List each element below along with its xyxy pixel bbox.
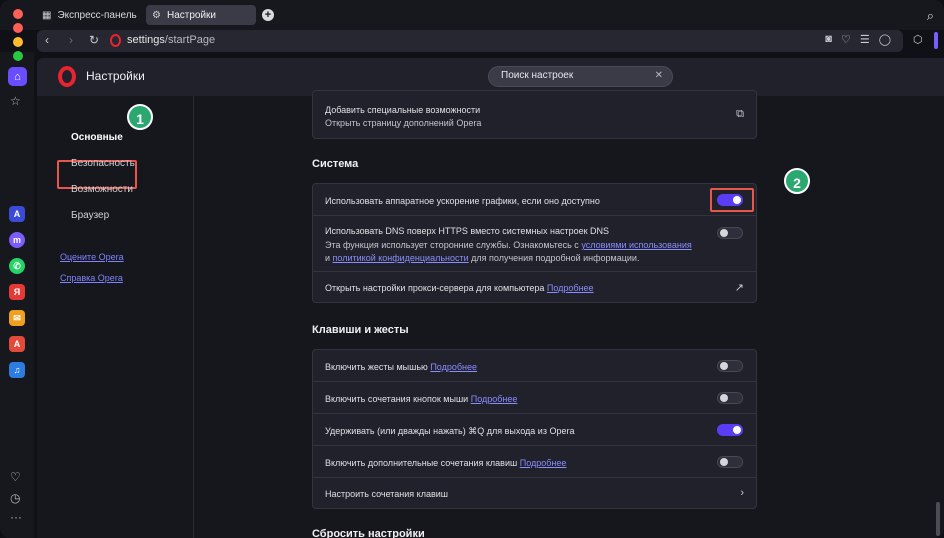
browser-window: ▦ Экспресс-панель ⚙ Настройки + ⌕ ⌂ ☆ A … [0, 0, 944, 538]
gear-icon: ⚙ [152, 9, 161, 21]
section-title-keys: Клавиши и жесты [312, 324, 409, 336]
highlight-box-2 [710, 188, 754, 212]
minimize-window-button[interactable] [13, 37, 23, 47]
new-tab-button[interactable]: + [262, 9, 274, 21]
advanced-shortcuts-toggle[interactable] [717, 456, 743, 468]
row-label: Удерживать (или дважды нажать) ⌘Q для вы… [325, 426, 575, 436]
chevron-right-icon: › [740, 487, 744, 499]
mail-icon[interactable]: ✉ [9, 310, 25, 326]
accessibility-card: Добавить специальные возможности Открыть… [312, 90, 757, 139]
tab-express-panel[interactable]: ▦ Экспресс-панель [36, 5, 143, 25]
close-dot [13, 23, 23, 33]
sidebar: ⌂ ☆ A m ✆ Я ✉ A ♫ ♡ ◷ ··· [0, 23, 34, 538]
rate-opera-link[interactable]: Оцените Opera [60, 252, 124, 262]
address-bar[interactable]: ‹ › ↻ settings/startPage ◙ ♡ ☰ ◯ [37, 30, 903, 52]
search-input[interactable] [501, 70, 651, 81]
yandex-icon[interactable]: Я [9, 284, 25, 300]
favorites-icon[interactable]: ♡ [10, 470, 21, 484]
section-title-system: Система [312, 158, 359, 170]
rocker-gestures-toggle[interactable] [717, 392, 743, 404]
clear-search-icon[interactable]: ✕ [655, 70, 663, 81]
back-icon[interactable]: ‹ [45, 33, 49, 47]
whatsapp-icon[interactable]: ✆ [9, 258, 25, 274]
row-label: Включить дополнительные сочетания клавиш… [325, 458, 567, 468]
translator-icon[interactable]: A [9, 336, 25, 352]
camera-icon[interactable]: ◙ [825, 33, 832, 46]
tab-settings[interactable]: ⚙ Настройки [146, 5, 256, 25]
row-label: Добавить специальные возможности [325, 105, 481, 115]
tab-label: Настройки [166, 9, 217, 21]
navigation-bar: ‹ › ↻ settings/startPage ◙ ♡ ☰ ◯ ⬡ [37, 30, 944, 52]
row-label: Включить сочетания кнопок мыши Подробнее [325, 394, 518, 404]
settings-search[interactable]: ✕ [488, 66, 673, 87]
title-bar: ▦ Экспресс-панель ⚙ Настройки + ⌕ [0, 0, 944, 30]
opera-url-icon [110, 34, 121, 47]
page-title: Настройки [86, 69, 145, 83]
rocker-gestures-row: Включить сочетания кнопок мыши Подробнее [313, 382, 756, 414]
privacy-link[interactable]: политикой конфиденциальности [333, 253, 469, 263]
row-sublabel: и политикой конфиденциальности для получ… [325, 253, 640, 263]
more-link[interactable]: Подробнее [430, 362, 477, 372]
search-tabs-icon[interactable]: ⌕ [927, 8, 934, 24]
dns-toggle[interactable] [717, 227, 743, 239]
quit-shortcut-toggle[interactable] [717, 424, 743, 436]
home-icon[interactable]: ⌂ [8, 67, 27, 86]
settings-nav: Основные 1 Безопасность Возможности Брау… [37, 96, 194, 538]
nav-security[interactable]: Безопасность [71, 158, 135, 169]
forward-icon[interactable]: › [69, 33, 73, 47]
opera-help-link[interactable]: Справка Opera [60, 273, 123, 283]
url-text[interactable]: settings/startPage [127, 34, 215, 46]
row-label: Использовать аппаратное ускорение график… [325, 196, 600, 206]
row-sublabel: Открыть страницу дополнений Opera [325, 118, 482, 128]
row-label: Открыть настройки прокси-сервера для ком… [325, 283, 594, 293]
messenger-icon[interactable]: m [9, 232, 25, 248]
quit-shortcut-row: Удерживать (или дважды нажать) ⌘Q для вы… [313, 414, 756, 446]
zoom-window-button[interactable] [13, 51, 23, 61]
mouse-gestures-row: Включить жесты мышью Подробнее [313, 350, 756, 382]
open-window-icon[interactable]: ⧉ [736, 108, 744, 121]
reload-icon[interactable]: ↻ [89, 33, 99, 47]
terms-link[interactable]: условиями использования [581, 240, 691, 250]
nav-features[interactable]: Возможности [71, 184, 133, 195]
mouse-gestures-toggle[interactable] [717, 360, 743, 372]
heart-icon[interactable]: ♡ [841, 33, 851, 46]
grid-icon: ▦ [42, 9, 52, 21]
row-label: Использовать DNS поверх HTTPS вместо сис… [325, 226, 610, 236]
row-sublabel: Эта функция использует сторонние службы.… [325, 240, 692, 250]
extensions-icon[interactable]: ⬡ [913, 33, 923, 46]
extension-indicator[interactable] [934, 32, 938, 49]
account-icon[interactable]: ◯ [879, 33, 891, 46]
external-link-icon[interactable]: ↗ [735, 281, 744, 294]
tab-label: Экспресс-панель [57, 9, 137, 21]
section-title-reset: Сбросить настройки [312, 528, 425, 538]
more-link[interactable]: Подробнее [520, 458, 567, 468]
settings-page: Настройки ✕ Основные 1 Безопасность Возм… [37, 58, 944, 538]
pinboard-icon[interactable]: ☆ [10, 94, 21, 108]
add-accessibility-row[interactable]: Добавить специальные возможности Открыть… [313, 91, 756, 138]
opera-logo [58, 66, 76, 87]
annotation-badge-1: 1 [127, 104, 153, 130]
dns-row: Использовать DNS поверх HTTPS вместо сис… [313, 216, 756, 272]
history-icon[interactable]: ◷ [10, 491, 20, 505]
annotation-badge-2: 2 [784, 168, 810, 194]
aria-icon[interactable]: A [9, 206, 25, 222]
keys-card: Включить жесты мышью Подробнее Включить … [312, 349, 757, 509]
easy-setup-icon[interactable]: ☰ [860, 33, 870, 46]
scrollbar[interactable] [936, 502, 940, 536]
advanced-shortcuts-row: Включить дополнительные сочетания клавиш… [313, 446, 756, 478]
music-icon[interactable]: ♫ [9, 362, 25, 378]
proxy-row[interactable]: Открыть настройки прокси-сервера для ком… [313, 272, 756, 303]
row-label: Настроить сочетания клавиш [325, 489, 449, 499]
more-link[interactable]: Подробнее [471, 394, 518, 404]
more-icon[interactable]: ··· [10, 510, 22, 524]
close-window-button[interactable] [13, 9, 23, 19]
configure-shortcuts-row[interactable]: Настроить сочетания клавиш › [313, 478, 756, 509]
hw-accel-row: Использовать аппаратное ускорение график… [313, 184, 756, 216]
nav-basic[interactable]: Основные [71, 132, 123, 143]
row-label: Включить жесты мышью Подробнее [325, 362, 478, 372]
proxy-more-link[interactable]: Подробнее [547, 283, 594, 293]
nav-browser[interactable]: Браузер [71, 210, 109, 221]
system-card: Использовать аппаратное ускорение график… [312, 183, 757, 303]
settings-content: Добавить специальные возможности Открыть… [194, 90, 944, 538]
